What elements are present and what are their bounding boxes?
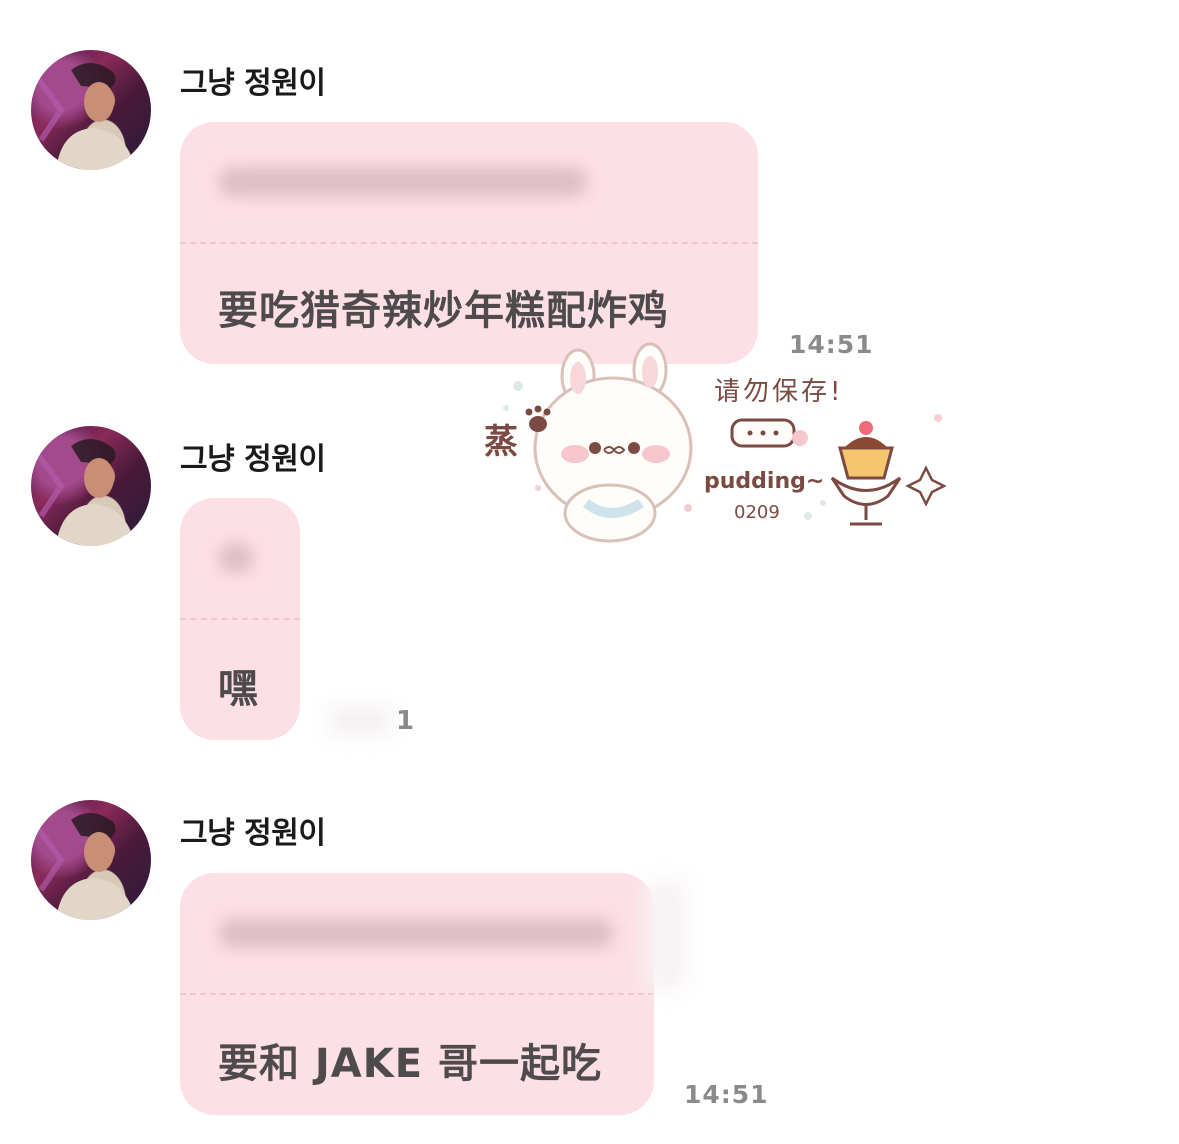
bubble-divider (180, 993, 654, 995)
bunny-pudding-sticker: 蒸 请勿保存! pudding~ 0209 (484, 342, 947, 543)
message-time: 14:51 (684, 1080, 769, 1109)
message-bubble[interactable]: 嘿 (180, 498, 300, 740)
sticker-caption: 请勿保存! (714, 377, 843, 407)
quoted-message-blurred (218, 543, 254, 573)
avatar-image (36, 438, 136, 546)
avatar-image (36, 812, 136, 920)
message-text: 要和 JAKE 哥一起吃 (218, 1041, 603, 1087)
message-text: 嘿 (218, 666, 259, 712)
sticker-brand: pudding~ (704, 469, 824, 494)
avatar[interactable] (31, 426, 151, 546)
sticker[interactable]: 蒸 请勿保存! pudding~ 0209 (478, 338, 968, 543)
sticker-code: 0209 (734, 502, 780, 523)
quoted-message-blurred (218, 918, 614, 948)
bubble-divider (180, 242, 758, 244)
avatar-image (36, 62, 136, 170)
avatar[interactable] (31, 800, 151, 920)
sender-name: 그냥 정원이 (180, 816, 326, 851)
sticker-side-char: 蒸 (484, 422, 518, 462)
sender-name: 그냥 정원이 (180, 442, 326, 477)
message-bubble[interactable]: 要和 JAKE 哥一起吃 (180, 873, 654, 1115)
blurred-area (330, 708, 390, 734)
quoted-message-blurred (218, 167, 588, 197)
message-text: 要吃猎奇辣炒年糕配炸鸡 (218, 288, 669, 334)
unread-count: 1 (396, 706, 415, 736)
blurred-area (645, 880, 685, 990)
bubble-divider (180, 618, 300, 620)
message-bubble[interactable]: 要吃猎奇辣炒年糕配炸鸡 (180, 122, 758, 364)
avatar[interactable] (31, 50, 151, 170)
sender-name: 그냥 정원이 (180, 66, 326, 101)
